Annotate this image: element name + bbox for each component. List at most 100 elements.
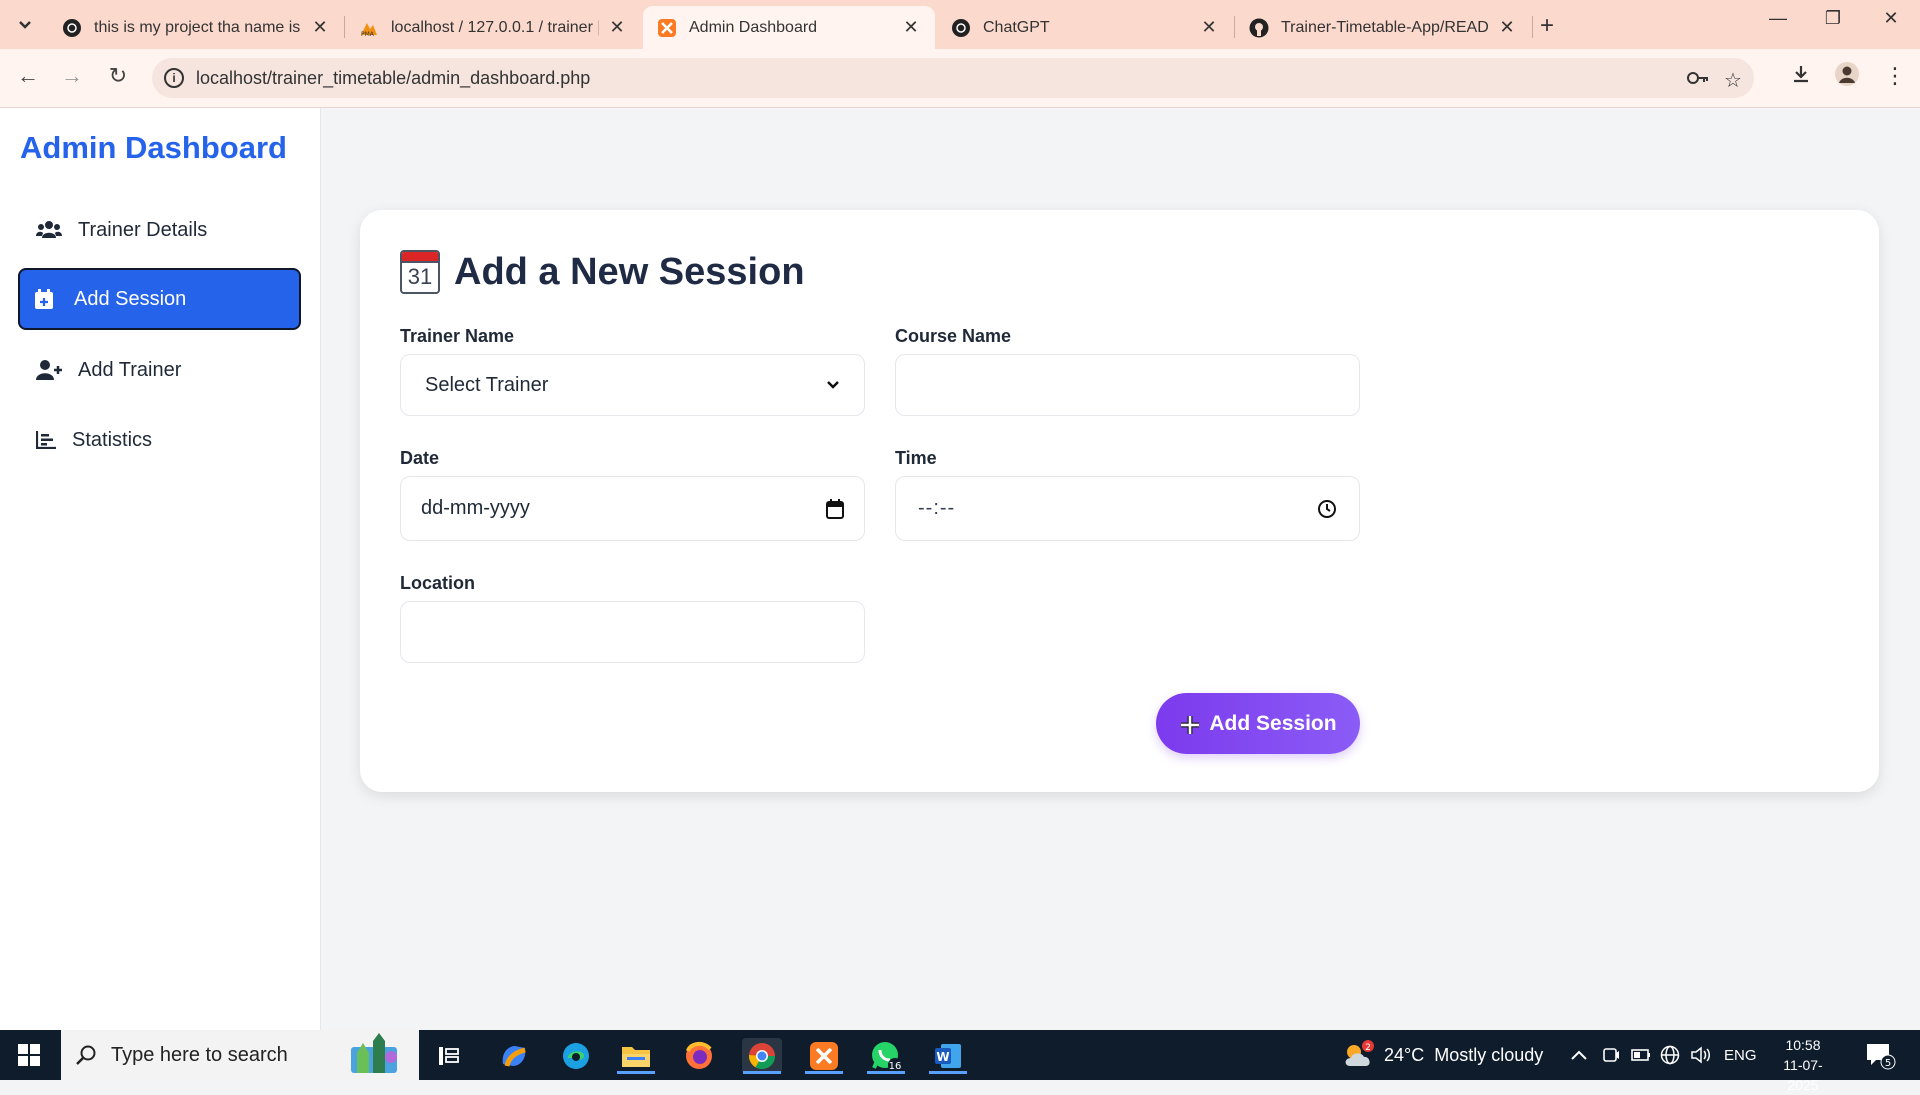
xampp-icon xyxy=(657,18,677,38)
github-icon xyxy=(1249,18,1269,38)
password-key-icon[interactable] xyxy=(1686,68,1710,94)
tray-overflow-icon[interactable] xyxy=(1570,1030,1588,1080)
taskbar-search-input[interactable]: Type here to search xyxy=(61,1030,419,1080)
date-input[interactable]: dd-mm-yyyy xyxy=(400,476,865,541)
copilot-icon[interactable] xyxy=(494,1038,534,1074)
sidebar-item-label: Statistics xyxy=(72,428,153,451)
weather-widget[interactable]: 2 24°C Mostly cloudy xyxy=(1342,1030,1543,1080)
whatsapp-icon[interactable]: 16 xyxy=(866,1038,906,1074)
minimize-button[interactable]: — xyxy=(1758,8,1798,29)
tab-admin-dashboard[interactable]: Admin Dashboard ✕ xyxy=(643,6,935,49)
file-explorer-icon[interactable] xyxy=(616,1038,656,1074)
word-icon[interactable]: W xyxy=(928,1038,968,1074)
chatgpt-icon xyxy=(951,18,971,38)
window-close-button[interactable]: ✕ xyxy=(1871,8,1911,29)
close-icon[interactable]: ✕ xyxy=(901,17,921,38)
edge-icon[interactable] xyxy=(556,1038,596,1074)
language-indicator[interactable]: ENG xyxy=(1724,1030,1757,1080)
battery-icon[interactable] xyxy=(1631,1030,1651,1080)
notifications-icon[interactable]: 5 xyxy=(1864,1030,1896,1080)
tab-title: Trainer-Timetable-App/READM xyxy=(1281,18,1489,36)
forward-button[interactable]: → xyxy=(56,63,88,89)
browser-tabstrip: this is my project tha name is Tr ✕ PMA … xyxy=(0,0,1920,49)
clock-date: 11-07-2025 xyxy=(1783,1057,1823,1093)
page-title: 31 Add a New Session xyxy=(400,250,805,294)
clock-time: 10:58 xyxy=(1785,1037,1821,1053)
address-bar[interactable]: i localhost/trainer_timetable/admin_dash… xyxy=(152,58,1754,98)
tab-search-button[interactable] xyxy=(8,10,42,40)
search-icon xyxy=(76,1045,96,1065)
reload-button[interactable]: ↻ xyxy=(102,63,134,89)
course-name-input[interactable] xyxy=(895,354,1360,416)
bookmark-star-icon[interactable]: ☆ xyxy=(1724,68,1742,93)
user-plus-icon xyxy=(34,360,64,380)
add-session-button[interactable]: Add Session xyxy=(1156,693,1360,754)
sidebar-item-label: Add Session xyxy=(74,287,187,310)
users-icon xyxy=(34,220,64,240)
back-button[interactable]: ← xyxy=(12,63,44,89)
active-indicator xyxy=(743,1071,781,1074)
trainer-name-label: Trainer Name xyxy=(400,326,515,346)
site-info-icon[interactable]: i xyxy=(164,68,184,88)
svg-text:PMA: PMA xyxy=(361,31,375,37)
sidebar-item-label: Add Trainer xyxy=(78,358,182,381)
volume-icon[interactable] xyxy=(1690,1030,1712,1080)
page-title-text: Add a New Session xyxy=(454,250,805,293)
calendar-icon: 31 xyxy=(400,250,440,294)
browser-menu-icon[interactable]: ⋮ xyxy=(1884,63,1906,89)
calendar-picker-icon[interactable] xyxy=(826,498,844,519)
search-highlight-icon xyxy=(351,1033,397,1073)
windows-start-icon[interactable] xyxy=(18,1044,40,1066)
tab-github-readme[interactable]: Trainer-Timetable-App/READM ✕ xyxy=(1235,6,1531,49)
close-icon[interactable]: ✕ xyxy=(1497,17,1517,38)
time-placeholder: --:-- xyxy=(918,497,956,519)
phpmyadmin-icon: PMA xyxy=(359,18,379,38)
restore-button[interactable]: ❐ xyxy=(1813,8,1853,29)
chevron-down-icon xyxy=(19,21,31,29)
time-input[interactable]: --:-- xyxy=(895,476,1360,541)
meet-now-icon[interactable] xyxy=(1602,1030,1620,1080)
sidebar-item-label: Trainer Details xyxy=(78,218,208,241)
sidebar: Admin Dashboard Trainer Details Add Sess… xyxy=(0,108,321,1030)
sidebar-item-trainer-details[interactable]: Trainer Details xyxy=(18,199,301,261)
chart-bar-icon xyxy=(34,431,58,449)
weather-cloud-icon: 2 xyxy=(1345,1040,1374,1066)
chevron-down-icon xyxy=(827,381,839,389)
browser-toolbar: ← → ↻ i localhost/trainer_timetable/admi… xyxy=(0,49,1920,108)
course-name-label: Course Name xyxy=(895,326,1012,346)
download-icon[interactable] xyxy=(1790,63,1812,91)
svg-text:W: W xyxy=(936,1050,949,1064)
close-icon[interactable]: ✕ xyxy=(310,17,330,38)
location-input[interactable] xyxy=(400,601,865,663)
clock-icon[interactable] xyxy=(1317,499,1337,519)
tab-phpmyadmin[interactable]: PMA localhost / 127.0.0.1 / trainer | p … xyxy=(345,6,641,49)
sidebar-item-add-trainer[interactable]: Add Trainer xyxy=(18,339,301,401)
location-label: Location xyxy=(400,573,475,593)
sidebar-item-statistics[interactable]: Statistics xyxy=(18,409,301,471)
tab-chatgpt-project[interactable]: this is my project tha name is Tr ✕ xyxy=(48,6,344,49)
taskbar-search-placeholder: Type here to search xyxy=(111,1043,288,1066)
firefox-icon[interactable] xyxy=(679,1038,719,1074)
active-indicator xyxy=(617,1071,655,1074)
date-label: Date xyxy=(400,448,440,468)
chatgpt-icon xyxy=(62,18,82,38)
tab-title: Admin Dashboard xyxy=(689,18,818,36)
profile-avatar[interactable] xyxy=(1834,61,1860,93)
new-tab-button[interactable]: + xyxy=(1540,12,1554,40)
xampp-taskbar-icon[interactable] xyxy=(804,1038,844,1074)
task-view-icon[interactable] xyxy=(430,1038,470,1074)
notification-count: 5 xyxy=(1885,1058,1891,1069)
url-text: localhost/trainer_timetable/admin_dashbo… xyxy=(196,68,591,88)
trainer-select[interactable]: Select Trainer xyxy=(400,354,865,416)
tab-chatgpt[interactable]: ChatGPT ✕ xyxy=(937,6,1233,49)
close-icon[interactable]: ✕ xyxy=(607,17,627,38)
windows-taskbar: Type here to search 16 W 2 24°C Mostly c… xyxy=(0,1030,1920,1093)
close-icon[interactable]: ✕ xyxy=(1199,17,1219,38)
taskbar-clock[interactable]: 10:58 11-07-2025 xyxy=(1768,1035,1838,1095)
tab-title: ChatGPT xyxy=(983,18,1050,36)
network-globe-icon[interactable] xyxy=(1660,1030,1680,1080)
active-indicator xyxy=(929,1071,967,1074)
sidebar-item-add-session[interactable]: Add Session xyxy=(18,268,301,330)
chrome-icon[interactable] xyxy=(742,1038,782,1074)
tab-title: localhost / 127.0.0.1 / trainer | p xyxy=(391,18,599,36)
